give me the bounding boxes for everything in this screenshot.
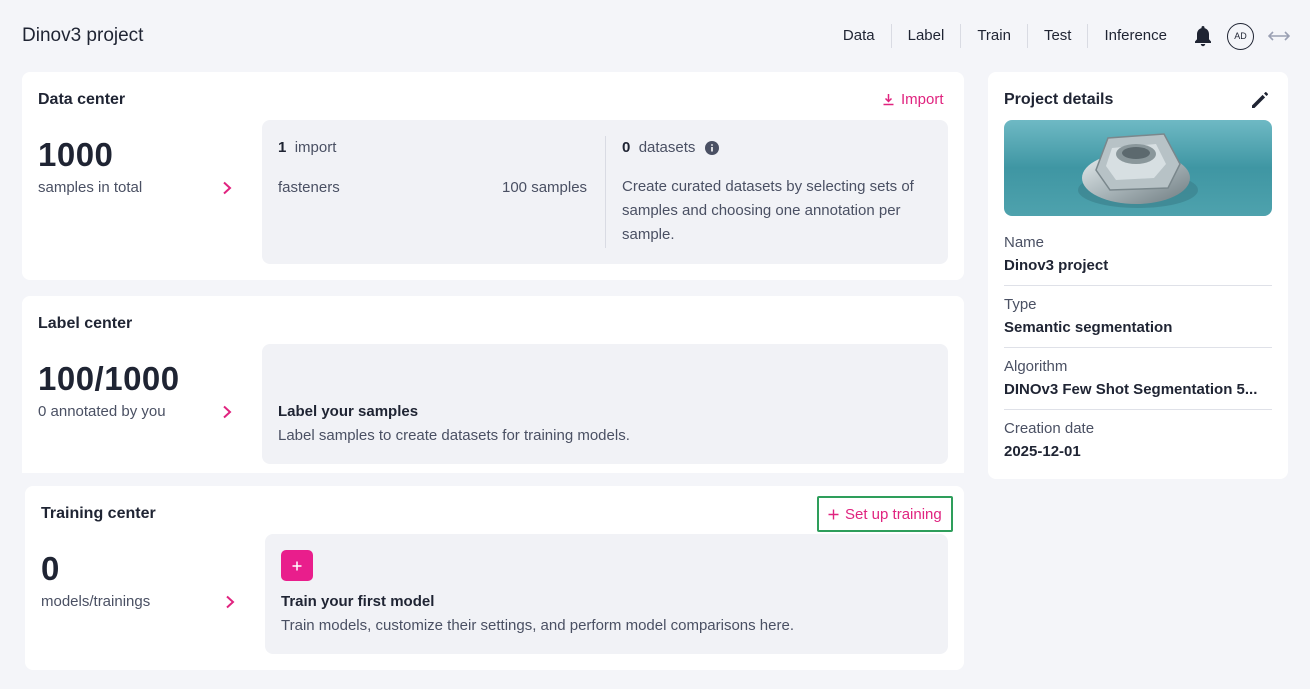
- label-center-card: Label center 100/1000 0 annotated by you…: [22, 296, 964, 473]
- train-first-model-description: Train models, customize their settings, …: [281, 617, 794, 634]
- training-center-title: Training center: [41, 505, 156, 522]
- samples-total-caption: samples in total: [38, 179, 143, 196]
- train-first-model-panel: Train your first model Train models, cus…: [265, 534, 948, 654]
- samples-total: 1000: [38, 136, 114, 173]
- models-caption: models/trainings: [41, 593, 151, 610]
- project-details-title: Project details: [1004, 91, 1114, 108]
- algorithm-value: DINOv3 Few Shot Segmentation 5...: [1004, 381, 1258, 398]
- nav-label[interactable]: Label: [890, 24, 961, 48]
- top-bar: Dinov3 project Data Label Train Test Inf…: [0, 0, 1310, 72]
- imports-summary: 1 import: [278, 139, 337, 156]
- training-center-card: Training center Set up training 0 models…: [25, 486, 964, 670]
- data-summary-panel: 1 import fasteners 100 samples 0 dataset…: [262, 120, 948, 264]
- divider: [1004, 347, 1272, 348]
- user-avatar[interactable]: AD: [1227, 22, 1254, 50]
- nav-inference[interactable]: Inference: [1087, 24, 1183, 48]
- info-icon[interactable]: [705, 140, 720, 155]
- import-sample-count: 100 samples: [502, 179, 588, 196]
- download-icon: [883, 94, 894, 106]
- edit-pencil-icon[interactable]: [1250, 90, 1270, 110]
- data-center-title: Data center: [38, 91, 126, 108]
- hex-nut-image: [1004, 120, 1272, 216]
- panel-divider: [605, 136, 606, 248]
- expand-arrows-icon[interactable]: [1268, 29, 1290, 43]
- creation-date-value: 2025-12-01: [1004, 443, 1081, 460]
- nav-train[interactable]: Train: [960, 24, 1027, 48]
- label-samples-panel[interactable]: Label your samples Label samples to crea…: [262, 344, 948, 464]
- creation-date-label: Creation date: [1004, 420, 1095, 437]
- plus-icon: [828, 509, 839, 519]
- name-value: Dinov3 project: [1004, 257, 1109, 274]
- label-progress: 100/1000: [38, 360, 180, 397]
- divider: [1004, 285, 1272, 286]
- datasets-summary: 0 datasets: [622, 139, 720, 156]
- data-center-card: Data center Import 1000 samples in total…: [22, 72, 964, 280]
- chevron-right-icon[interactable]: [221, 405, 233, 419]
- project-thumbnail: [1004, 120, 1272, 216]
- import-name[interactable]: fasteners: [278, 179, 340, 196]
- nav-data[interactable]: Data: [827, 24, 891, 48]
- type-label: Type: [1004, 296, 1037, 313]
- add-model-button[interactable]: [281, 550, 313, 581]
- algorithm-label: Algorithm: [1004, 358, 1068, 375]
- train-first-model-title: Train your first model: [281, 593, 435, 610]
- nav-test[interactable]: Test: [1026, 24, 1088, 48]
- import-label: Import: [901, 91, 944, 108]
- chevron-right-icon[interactable]: [224, 595, 236, 609]
- models-count: 0: [41, 550, 60, 587]
- main-nav: Data Label Train Test Inference AD: [827, 22, 1290, 50]
- setup-training-button[interactable]: Set up training: [817, 496, 953, 532]
- plus-icon: [292, 561, 302, 570]
- label-samples-title: Label your samples: [278, 403, 419, 420]
- divider: [1004, 409, 1272, 410]
- label-samples-description: Label samples to create datasets for tra…: [278, 427, 630, 444]
- type-value: Semantic segmentation: [1004, 319, 1173, 336]
- project-details-card: Project details Name Dinov3 project Type…: [988, 72, 1288, 479]
- datasets-description: Create curated datasets by selecting set…: [622, 178, 914, 243]
- setup-training-label: Set up training: [845, 505, 942, 523]
- name-label: Name: [1004, 234, 1045, 251]
- label-center-title: Label center: [38, 315, 133, 332]
- import-button[interactable]: Import: [882, 91, 944, 108]
- bell-icon[interactable]: [1193, 25, 1213, 47]
- project-title: Dinov3 project: [22, 25, 144, 46]
- chevron-right-icon[interactable]: [221, 181, 233, 195]
- annotated-by-you: 0 annotated by you: [38, 403, 166, 420]
